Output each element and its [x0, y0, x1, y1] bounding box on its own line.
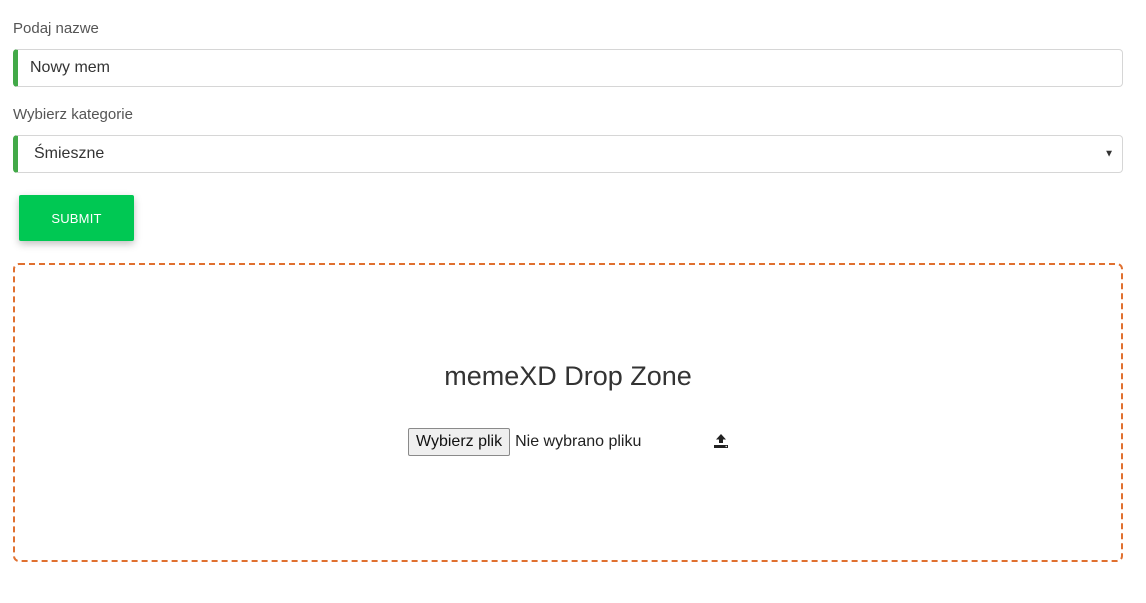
choose-file-button[interactable]: Wybierz plik — [408, 428, 511, 456]
file-input[interactable]: Wybierz plik Nie wybrano pliku — [408, 427, 641, 457]
dropdown-arrow-icon: ▼ — [1104, 148, 1114, 160]
submit-button[interactable]: SUBMIT — [19, 195, 134, 241]
drop-zone-title: memeXD Drop Zone — [444, 361, 692, 391]
file-status-text: Nie wybrano pliku — [515, 433, 642, 450]
upload-icon[interactable] — [712, 432, 730, 450]
category-label: Wybierz kategorie — [13, 106, 133, 123]
drop-zone[interactable]: memeXD Drop Zone Wybierz plik Nie wybran… — [13, 263, 1123, 562]
category-select[interactable]: Śmieszne ▼ — [13, 135, 1123, 173]
category-selected-value: Śmieszne — [34, 145, 105, 162]
name-label: Podaj nazwe — [13, 20, 99, 37]
name-input[interactable] — [13, 49, 1123, 87]
